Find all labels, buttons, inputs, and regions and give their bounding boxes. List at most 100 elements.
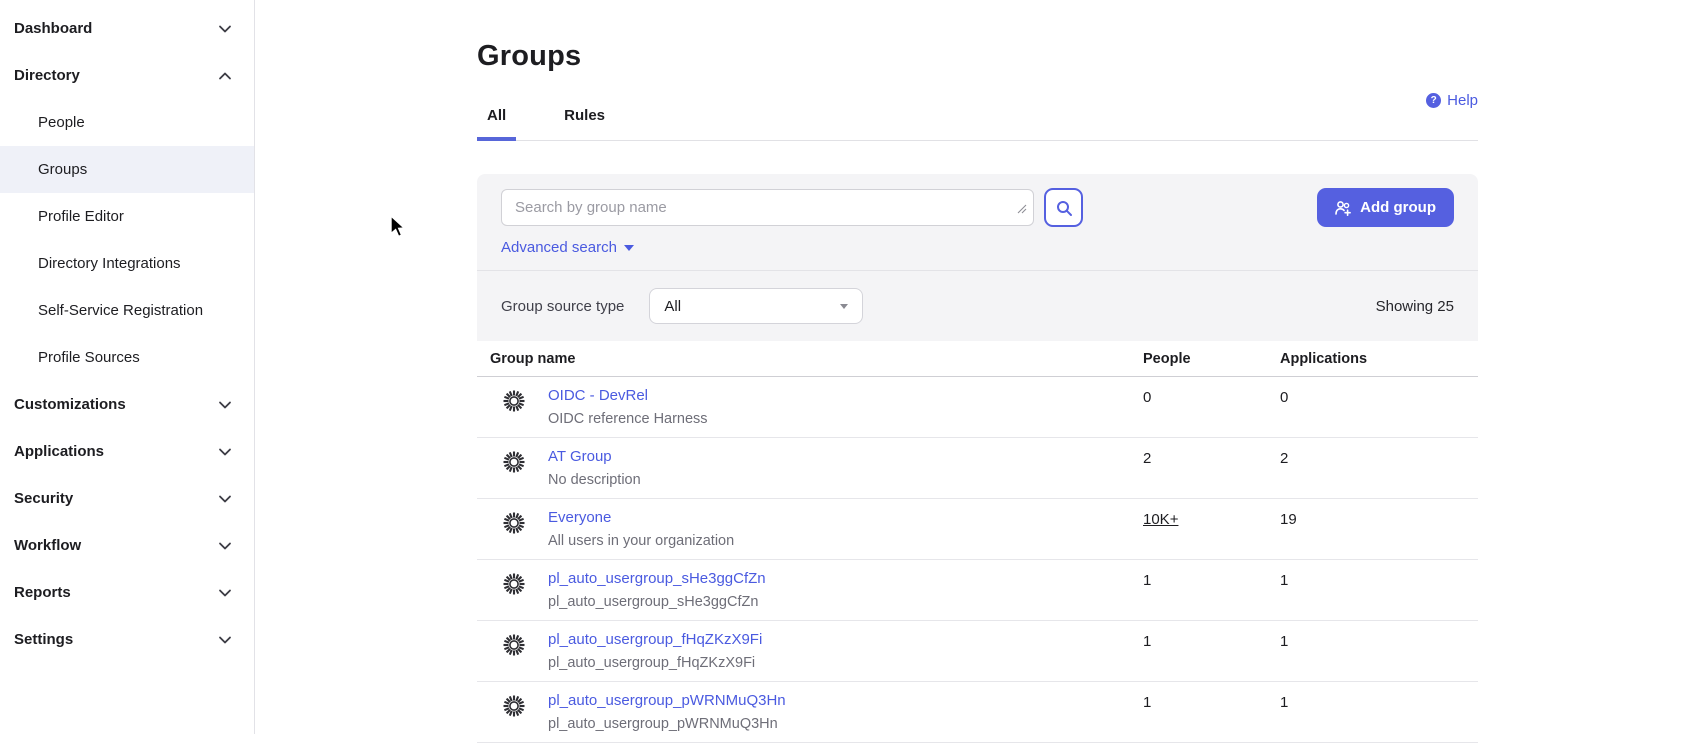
app-window: Dashboard Directory People Groups Profil… (0, 0, 1687, 734)
group-starburst-icon (503, 634, 525, 661)
sidebar-item-label: People (38, 114, 85, 131)
search-panel: Add group Advanced search Group source t… (477, 174, 1478, 341)
column-header-group-name[interactable]: Group name (477, 351, 1143, 367)
applications-count: 1 (1280, 621, 1478, 681)
people-count: 0 (1143, 377, 1280, 437)
sidebar-item-reports[interactable]: Reports (0, 569, 254, 616)
select-value: All (664, 298, 681, 315)
groups-table: Group name People Applications OIDC - De… (477, 341, 1478, 743)
tab-bar: All Rules (477, 107, 1478, 141)
table-row: AT Group No description 2 2 (477, 438, 1478, 499)
help-question-icon: ? (1426, 93, 1441, 108)
applications-count: 19 (1280, 499, 1478, 559)
table-row: pl_auto_usergroup_sHe3ggCfZn pl_auto_use… (477, 560, 1478, 621)
column-header-people[interactable]: People (1143, 351, 1280, 367)
group-description: No description (548, 472, 641, 488)
chevron-down-icon (218, 22, 232, 36)
sidebar-item-label: Reports (14, 584, 71, 601)
sidebar-item-profile-editor[interactable]: Profile Editor (0, 193, 254, 240)
table-row: pl_auto_usergroup_fHqZKzX9Fi pl_auto_use… (477, 621, 1478, 682)
tab-rules[interactable]: Rules (554, 107, 615, 141)
sidebar-item-label: Customizations (14, 396, 126, 413)
applications-count: 1 (1280, 682, 1478, 742)
group-description: pl_auto_usergroup_sHe3ggCfZn (548, 594, 766, 610)
sidebar-item-directory[interactable]: Directory (0, 52, 254, 99)
group-starburst-icon (503, 512, 525, 539)
sidebar-item-applications[interactable]: Applications (0, 428, 254, 475)
sidebar-item-settings[interactable]: Settings (0, 616, 254, 663)
people-count: 2 (1143, 438, 1280, 498)
caret-down-icon (624, 245, 634, 251)
sidebar-item-label: Dashboard (14, 20, 92, 37)
table-header: Group name People Applications (477, 341, 1478, 377)
search-box (501, 189, 1034, 226)
column-header-applications[interactable]: Applications (1280, 351, 1478, 367)
sidebar-item-self-service-registration[interactable]: Self-Service Registration (0, 287, 254, 334)
group-source-type-label: Group source type (501, 298, 624, 315)
chevron-up-icon (218, 69, 232, 83)
table-row: OIDC - DevRel OIDC reference Harness 0 0 (477, 377, 1478, 438)
group-starburst-icon (503, 573, 525, 600)
group-description: OIDC reference Harness (548, 411, 708, 427)
sidebar-item-workflow[interactable]: Workflow (0, 522, 254, 569)
sidebar-item-dashboard[interactable]: Dashboard (0, 5, 254, 52)
sidebar-item-label: Profile Editor (38, 208, 124, 225)
people-count: 1 (1143, 682, 1280, 742)
applications-count: 2 (1280, 438, 1478, 498)
chevron-down-icon (218, 445, 232, 459)
page-title: Groups (477, 40, 1478, 73)
sidebar: Dashboard Directory People Groups Profil… (0, 0, 255, 734)
sidebar-item-directory-integrations[interactable]: Directory Integrations (0, 240, 254, 287)
search-button[interactable] (1044, 188, 1083, 227)
applications-count: 1 (1280, 560, 1478, 620)
group-starburst-icon (503, 390, 525, 417)
caret-down-icon (840, 304, 848, 309)
add-group-button[interactable]: Add group (1317, 188, 1454, 227)
sidebar-item-label: Security (14, 490, 73, 507)
advanced-search-label: Advanced search (501, 239, 617, 256)
people-count-link[interactable]: 10K+ (1143, 511, 1178, 528)
advanced-search-link[interactable]: Advanced search (501, 239, 634, 256)
group-source-type-select[interactable]: All (649, 288, 863, 324)
sidebar-item-groups[interactable]: Groups (0, 146, 254, 193)
table-row: Everyone All users in your organization … (477, 499, 1478, 560)
chevron-down-icon (218, 633, 232, 647)
applications-count: 0 (1280, 377, 1478, 437)
group-name-link[interactable]: Everyone (548, 509, 611, 526)
group-description: All users in your organization (548, 533, 734, 549)
chevron-down-icon (218, 586, 232, 600)
help-link-label: Help (1447, 92, 1478, 109)
sidebar-item-label: Directory Integrations (38, 255, 181, 272)
chevron-down-icon (218, 539, 232, 553)
sidebar-item-label: Settings (14, 631, 73, 648)
chevron-down-icon (218, 492, 232, 506)
sidebar-item-label: Profile Sources (38, 349, 140, 366)
sidebar-item-label: Workflow (14, 537, 81, 554)
sidebar-item-customizations[interactable]: Customizations (0, 381, 254, 428)
group-name-link[interactable]: OIDC - DevRel (548, 387, 648, 404)
group-description: pl_auto_usergroup_pWRNMuQ3Hn (548, 716, 786, 732)
help-link[interactable]: ? Help (1426, 92, 1478, 109)
sidebar-item-profile-sources[interactable]: Profile Sources (0, 334, 254, 381)
search-icon (1055, 199, 1073, 217)
group-name-link[interactable]: AT Group (548, 448, 612, 465)
sidebar-item-label: Groups (38, 161, 87, 178)
search-input[interactable] (501, 189, 1034, 226)
group-name-link[interactable]: pl_auto_usergroup_pWRNMuQ3Hn (548, 692, 786, 709)
chevron-down-icon (218, 398, 232, 412)
group-starburst-icon (503, 451, 525, 478)
showing-count: Showing 25 (1376, 298, 1454, 315)
sidebar-item-security[interactable]: Security (0, 475, 254, 522)
group-name-link[interactable]: pl_auto_usergroup_fHqZKzX9Fi (548, 631, 762, 648)
people-count: 1 (1143, 621, 1280, 681)
sidebar-item-label: Self-Service Registration (38, 302, 203, 319)
group-starburst-icon (503, 695, 525, 722)
sidebar-item-label: Directory (14, 67, 80, 84)
tab-all[interactable]: All (477, 107, 516, 141)
people-count: 1 (1143, 560, 1280, 620)
sidebar-item-people[interactable]: People (0, 99, 254, 146)
main-content: Groups ? Help All Rules (255, 0, 1687, 734)
group-name-link[interactable]: pl_auto_usergroup_sHe3ggCfZn (548, 570, 766, 587)
add-group-icon (1335, 200, 1351, 216)
add-group-label: Add group (1360, 199, 1436, 216)
